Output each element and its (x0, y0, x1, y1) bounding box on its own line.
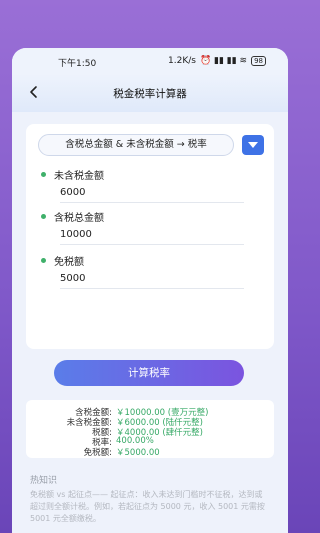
page-title: 税金税率计算器 (113, 88, 187, 100)
status-icons: ⏰ ▮▮ ▮▮ ≋ (199, 56, 248, 66)
app-screen: 下午1:50 1.2K/s ⏰ ▮▮ ▮▮ ≋ 98 税金税率计算器 含税总金额… (12, 48, 288, 533)
status-bar: 下午1:50 1.2K/s ⏰ ▮▮ ▮▮ ≋ 98 (12, 48, 288, 74)
status-time: 下午1:50 (58, 59, 97, 69)
result-row: 免税额: ￥5000.00 (26, 446, 274, 458)
mode-select[interactable]: 含税总金额 & 未含税金额 → 税率 (38, 134, 234, 156)
mode-dropdown-button[interactable] (242, 135, 264, 155)
nav-bar: 税金税率计算器 (12, 74, 288, 112)
taxed-total-label: 含税总金额 (54, 213, 104, 224)
taxed-total-input[interactable] (60, 225, 244, 245)
calculate-button[interactable]: 计算税率 (54, 360, 244, 386)
field-bullet-icon (41, 258, 46, 263)
exemption-input[interactable] (60, 269, 244, 289)
chevron-down-icon (248, 142, 258, 148)
result-value: 400.00% (116, 436, 154, 446)
network-speed: 1.2K/s (168, 56, 196, 66)
field-bullet-icon (41, 172, 46, 177)
knowledge-title: 热知识 (30, 476, 58, 486)
result-label: 免税额: (83, 448, 112, 458)
status-indicators: 1.2K/s ⏰ ▮▮ ▮▮ ≋ 98 (168, 56, 266, 66)
battery-icon: 98 (251, 56, 266, 66)
knowledge-text: 免税额 vs 起征点—— 起征点：收入未达到门槛时不征税，达到或超过则全额计税。… (30, 490, 265, 523)
field-bullet-icon (41, 214, 46, 219)
results-panel: 含税金额: ￥10000.00 (壹万元整) 未含税金额: ￥6000.00 (… (26, 400, 274, 458)
exemption-label: 免税额 (54, 257, 84, 268)
result-value: ￥5000.00 (116, 448, 160, 458)
untaxed-amount-label: 未含税金额 (54, 171, 104, 182)
input-card: 含税总金额 & 未含税金额 → 税率 未含税金额 含税总金额 免税额 (26, 124, 274, 349)
untaxed-amount-input[interactable] (60, 183, 244, 203)
